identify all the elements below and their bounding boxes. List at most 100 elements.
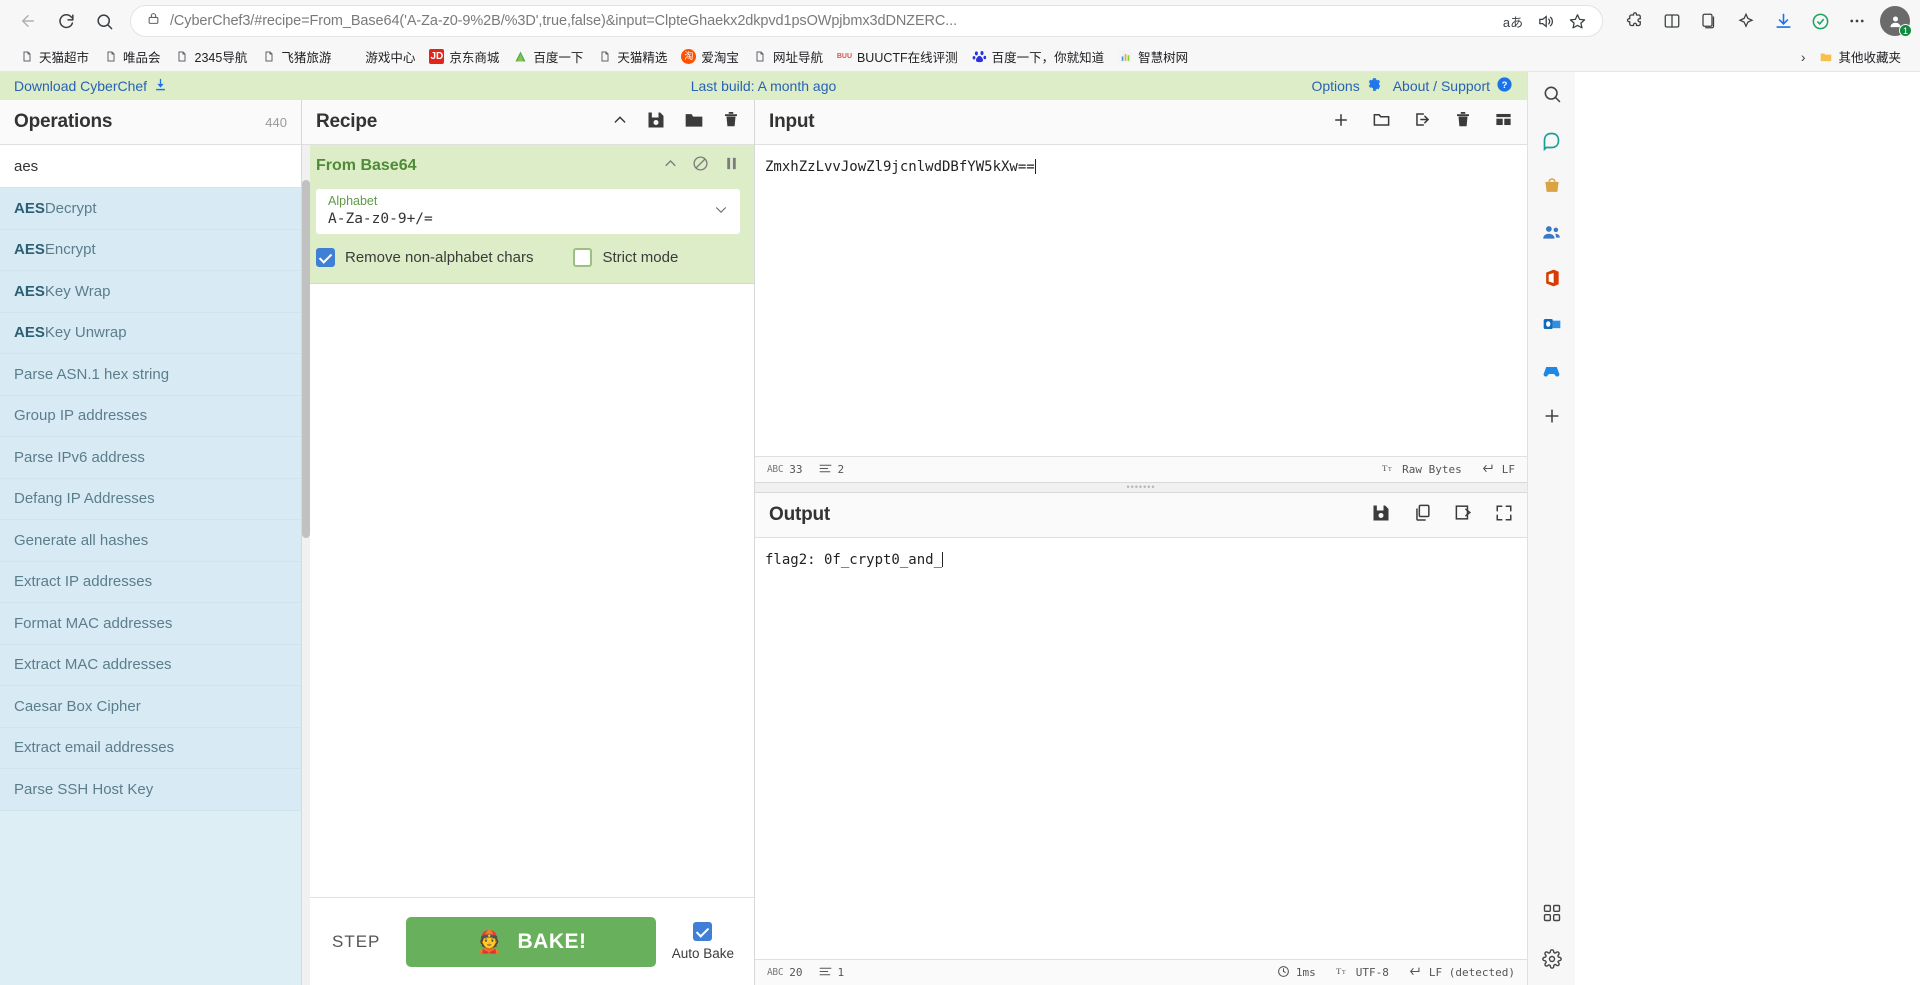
save-output-icon[interactable] [1371,503,1391,528]
bookmark-item[interactable]: JD 京东商城 [422,44,506,69]
checkbox-box[interactable] [693,922,713,941]
extensions-icon[interactable] [1617,3,1653,39]
auto-bake-toggle[interactable]: Auto Bake [672,922,734,961]
operation-item[interactable]: Caesar Box Cipher [0,686,301,728]
clear-recipe-icon[interactable] [722,110,740,134]
operation-item[interactable]: Parse SSH Host Key [0,769,301,811]
operation-item[interactable]: Parse IPv6 address [0,437,301,479]
operation-item[interactable]: Group IP addresses [0,395,301,437]
breakpoint-op-icon[interactable] [723,155,740,177]
replace-input-icon[interactable] [1454,503,1473,527]
page-icon [753,49,768,64]
strict-mode-checkbox[interactable]: Strict mode [573,248,678,267]
reset-layout-icon[interactable] [1494,110,1513,134]
io-splitter[interactable]: ••••••• [755,483,1527,493]
bake-button[interactable]: 👲 BAKE! [406,916,656,967]
maximise-output-icon[interactable] [1495,504,1513,527]
operation-item[interactable]: AES Key Unwrap [0,312,301,354]
operation-item[interactable]: AES Encrypt [0,229,301,271]
favorite-icon[interactable] [1562,6,1592,36]
bookmark-item[interactable]: 网址导航 [746,44,830,69]
collapse-icon[interactable] [612,112,628,133]
checkbox-box[interactable] [573,248,593,267]
input-eol-group[interactable]: LF [1482,463,1515,477]
copilot-icon[interactable] [1536,124,1568,156]
operation-item[interactable]: Generate all hashes [0,520,301,562]
split-screen-icon[interactable] [1654,3,1690,39]
output-eol-group[interactable]: LF (detected) [1409,966,1515,980]
input-textarea[interactable]: ZmxhZzLvvJowZl9jcnlwdDBfYW5kXw== [755,145,1527,456]
apps-icon[interactable] [1536,897,1568,929]
options-button[interactable]: Options [1311,76,1382,96]
disable-op-icon[interactable] [692,155,709,177]
games-icon[interactable] [1536,354,1568,386]
output-length: 20 [789,966,803,979]
outlook-icon[interactable] [1536,308,1568,340]
shopping-icon[interactable] [1536,170,1568,202]
alphabet-argument[interactable]: Alphabet A-Za-z0-9+/= [316,189,740,234]
download-cyberchef-link[interactable]: Download CyberChef [14,77,168,95]
op-rest: Group IP addresses [14,407,148,425]
search-button[interactable] [86,3,122,39]
input-format-group[interactable]: TT Raw Bytes [1382,462,1462,477]
other-favorites-folder[interactable]: 其他收藏夹 [1811,44,1908,69]
operations-search[interactable] [0,145,301,188]
bookmark-item[interactable]: 百度一下 [506,44,590,69]
reload-button[interactable] [48,3,84,39]
operation-item[interactable]: Defang IP Addresses [0,478,301,520]
settings-more-icon[interactable] [1839,3,1875,39]
downloads-icon[interactable] [1765,3,1801,39]
operation-item[interactable]: AES Decrypt [0,188,301,230]
step-button[interactable]: STEP [322,926,390,958]
load-recipe-icon[interactable] [684,110,704,135]
address-bar[interactable]: /CyberChef3/#recipe=From_Base64('A-Za-z0… [130,5,1603,37]
people-icon[interactable] [1536,216,1568,248]
read-aloud-icon[interactable] [1530,6,1560,36]
operation-item[interactable]: Extract MAC addresses [0,644,301,686]
bookmarks-overflow-button[interactable]: › [1795,46,1812,68]
settings-icon[interactable] [1536,943,1568,975]
bookmark-item[interactable]: 百度一下，你就知道 [965,44,1112,69]
bookmark-item[interactable]: 飞猪旅游 [254,44,338,69]
office-icon[interactable] [1536,262,1568,294]
bookmark-item[interactable]: 天猫超市 [12,44,96,69]
search-input[interactable] [14,157,287,175]
operation-item[interactable]: Format MAC addresses [0,603,301,645]
back-button[interactable] [10,3,46,39]
bookmark-item[interactable]: 天猫精选 [590,44,674,69]
operation-item[interactable]: Parse ASN.1 hex string [0,354,301,396]
bookmark-item[interactable]: 2345导航 [168,44,255,69]
operation-item[interactable]: Extract email addresses [0,727,301,769]
open-folder-icon[interactable] [1372,110,1391,134]
bookmark-item[interactable]: 智慧树网 [1111,44,1195,69]
bookmark-item[interactable]: 唯品会 [96,44,168,69]
save-recipe-icon[interactable] [646,110,666,135]
input-header-actions [1332,110,1513,134]
bookmark-item[interactable]: 游戏中心 [338,44,422,69]
profile-sync-icon[interactable] [1802,3,1838,39]
copy-output-icon[interactable] [1413,503,1432,527]
chevron-down-icon[interactable] [714,205,728,218]
about-support-button[interactable]: About / Support ? [1393,76,1513,96]
remove-non-alphabet-chars-checkbox[interactable]: Remove non-alphabet chars [316,248,533,267]
recipe-body[interactable]: From Base64 Alphabet A-Za-z0-9+/= Remove… [302,145,754,897]
add-icon[interactable] [1536,400,1568,432]
bookmark-item[interactable]: BUU BUUCTF在线评测 [830,44,965,69]
clear-input-icon[interactable] [1454,110,1472,134]
operation-item[interactable]: Extract IP addresses [0,561,301,603]
add-input-icon[interactable] [1332,111,1350,134]
avatar[interactable]: 1 [1880,6,1912,37]
checkbox-box[interactable] [316,248,335,267]
operations-scrollbar-thumb[interactable] [302,180,310,538]
translate-icon[interactable]: aあ [1498,6,1528,36]
collections-icon[interactable] [1691,3,1727,39]
output-textarea[interactable]: flag2: 0f_crypt0_and_ [755,538,1527,959]
search-icon[interactable] [1536,78,1568,110]
browser-essentials-icon[interactable] [1728,3,1764,39]
recipe-operation-card[interactable]: From Base64 Alphabet A-Za-z0-9+/= Remove… [302,145,754,284]
output-encoding-group[interactable]: TT UTF-8 [1336,965,1389,980]
collapse-op-icon[interactable] [663,156,678,176]
open-file-icon[interactable] [1413,110,1432,134]
operation-item[interactable]: AES Key Wrap [0,271,301,313]
bookmark-item[interactable]: 淘爱淘宝 [674,44,746,69]
